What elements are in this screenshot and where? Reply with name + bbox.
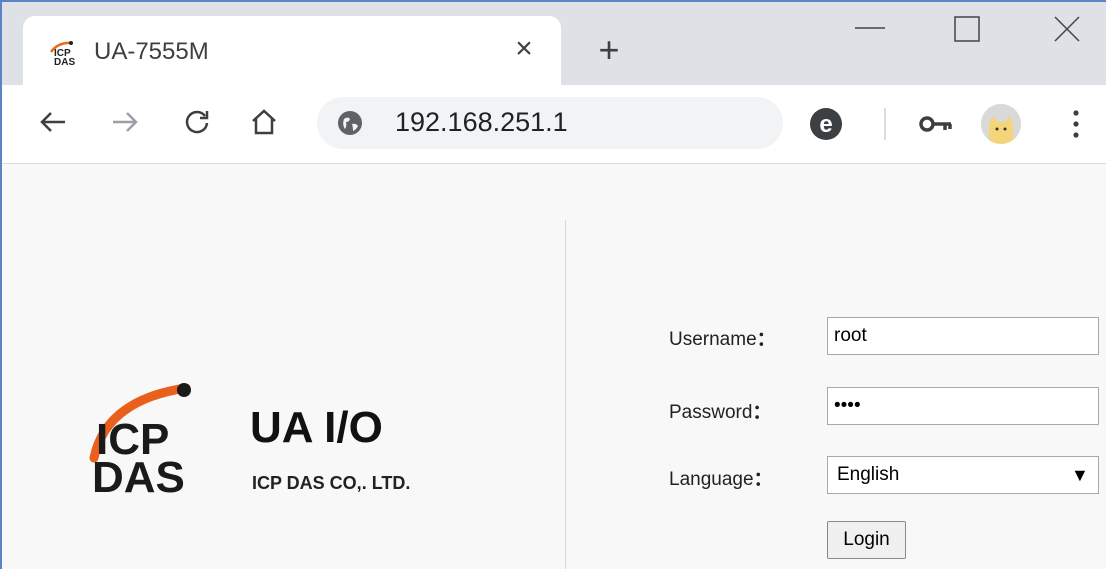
language-label-text: Language: [669, 469, 754, 490]
password-label-text: Password: [669, 402, 753, 423]
profile-avatar[interactable]: [981, 104, 1021, 144]
login-button[interactable]: Login: [827, 521, 906, 559]
address-text: 192.168.251.1: [395, 107, 568, 137]
brand-title: UA I/O: [250, 403, 383, 452]
close-window-icon[interactable]: [1052, 14, 1082, 44]
username-colon: ：: [756, 329, 776, 350]
toolbar-divider: [884, 108, 886, 140]
back-arrow-icon: [40, 112, 65, 132]
key-icon[interactable]: [918, 112, 954, 136]
maximize-icon[interactable]: [952, 14, 982, 44]
forward-button[interactable]: [105, 102, 145, 142]
reload-button[interactable]: [177, 102, 217, 142]
menu-icon[interactable]: [1066, 106, 1086, 142]
new-tab-icon[interactable]: +: [589, 30, 629, 70]
tab-close-icon[interactable]: ×: [507, 32, 541, 66]
svg-text:DAS: DAS: [54, 57, 75, 66]
icp-das-favicon-icon: ICP DAS: [49, 41, 75, 66]
minimize-icon[interactable]: [855, 18, 885, 38]
icp-das-logo: ICP DAS: [89, 383, 191, 500]
back-button[interactable]: [33, 102, 73, 142]
language-select-value: English: [837, 464, 900, 485]
username-label: Username：: [669, 324, 776, 351]
content-divider: [565, 220, 566, 569]
language-colon: ：: [753, 469, 773, 490]
password-label: Password：: [669, 397, 771, 424]
globe-icon: [338, 111, 362, 135]
svg-text:e: e: [819, 111, 832, 138]
password-input[interactable]: [827, 387, 1099, 425]
cat-avatar-icon: [981, 104, 1021, 144]
dropdown-arrow-icon: ▼: [1071, 465, 1089, 485]
password-colon: ：: [752, 402, 772, 423]
language-select[interactable]: English ▼: [827, 456, 1099, 494]
home-icon: [252, 109, 276, 135]
home-button[interactable]: [244, 102, 284, 142]
page-content: [2, 164, 1106, 569]
username-label-text: Username: [669, 329, 757, 350]
tab-title: UA-7555M: [94, 38, 209, 65]
language-label: Language：: [669, 464, 773, 491]
extension-e-icon[interactable]: e: [809, 107, 843, 141]
svg-text:DAS: DAS: [92, 453, 185, 500]
forward-arrow-icon: [113, 112, 138, 132]
brand-subtitle: ICP DAS CO,. LTD.: [252, 473, 411, 493]
reload-icon: [185, 110, 209, 134]
username-input[interactable]: [827, 317, 1099, 355]
